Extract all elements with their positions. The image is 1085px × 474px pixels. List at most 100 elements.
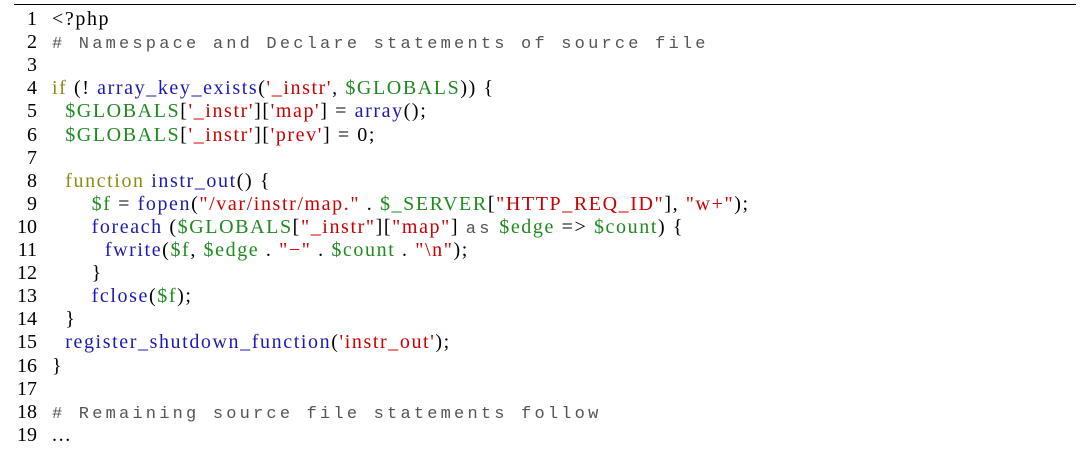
code-token: } — [52, 354, 64, 377]
line-number: 5 — [27, 100, 37, 123]
code-token: [ — [180, 123, 189, 146]
line-number: 3 — [27, 54, 37, 77]
code-token: register_shutdown_function — [65, 331, 332, 354]
code-token: fwrite — [104, 239, 163, 261]
code-token: ( — [162, 215, 178, 238]
code-token: } — [52, 308, 77, 331]
code-token: <?php — [52, 8, 111, 30]
line-source: } — [52, 355, 63, 378]
line-source: ... — [52, 424, 72, 447]
line-number: 19 — [17, 423, 37, 446]
line-source: } — [52, 308, 76, 331]
code-token: . — [259, 239, 280, 261]
code-token: array_key_exists — [97, 77, 259, 100]
line-number: 10 — [17, 215, 37, 238]
code-token: ... — [52, 423, 72, 446]
code-token: ] = 0; — [322, 123, 377, 146]
code-token: $count — [593, 215, 658, 238]
line-number: 12 — [17, 262, 37, 285]
line-source: $GLOBALS['_instr']['map'] = array(); — [52, 100, 427, 123]
code-token: $f — [91, 192, 112, 215]
code-token: "w+" — [685, 192, 735, 215]
code-token: ][ — [375, 215, 393, 238]
line-number: 7 — [27, 146, 37, 169]
line-number: 13 — [17, 285, 37, 308]
code-token: $GLOBALS — [65, 123, 181, 146]
code-token: ( — [258, 77, 267, 100]
code-token: $GLOBALS — [65, 100, 181, 123]
code-token: . — [395, 239, 416, 261]
code-token: ); — [453, 239, 469, 261]
line-number: 11 — [17, 239, 37, 261]
line-number: 6 — [27, 123, 37, 146]
code-token: ][ — [254, 100, 271, 123]
code-token: function — [65, 169, 145, 192]
code-token: ) { — [658, 215, 685, 238]
top-rule — [14, 4, 1076, 5]
line-number: 9 — [27, 192, 37, 215]
code-token: $count — [331, 239, 396, 261]
line-source: <?php — [52, 8, 110, 31]
code-token: "_instr" — [300, 215, 376, 238]
code-token: '_instr' — [266, 77, 333, 100]
code-token: $edge — [203, 239, 260, 261]
code-token: "\n" — [415, 239, 454, 261]
line-source: register_shutdown_function('instr_out'); — [52, 331, 451, 354]
line-number: 4 — [27, 77, 37, 100]
code-token: "HTTP_REQ_ID" — [496, 192, 665, 215]
line-number: 18 — [17, 400, 37, 423]
code-token: 'instr_out' — [339, 331, 436, 354]
code-token: $_SERVER — [379, 192, 488, 215]
code-token: = — [111, 192, 138, 215]
code-token: ); — [177, 285, 193, 308]
line-source: $GLOBALS['_instr']['prev'] = 0; — [52, 124, 376, 147]
line-source: } — [52, 262, 103, 285]
line-number: 16 — [17, 354, 37, 377]
code-token: . — [311, 239, 332, 261]
line-number: 14 — [17, 308, 37, 331]
line-number: 2 — [27, 31, 37, 54]
code-token: # Namespace and Declare statements of so… — [52, 35, 709, 55]
code-token: , — [332, 77, 346, 100]
code-token: $GLOBALS — [177, 215, 293, 238]
line-source: $f = fopen("/var/instr/map." . $_SERVER[… — [52, 193, 750, 216]
code-token: $GLOBALS — [345, 77, 461, 100]
code-token: ] = — [320, 100, 355, 123]
code-token: 'map' — [270, 100, 321, 123]
code-token: "map" — [392, 215, 451, 238]
line-source: function instr_out() { — [52, 170, 271, 193]
code-listing: 1 <?php 2 # Namespace and Declare statement… — [0, 0, 1085, 474]
code-token: ); — [734, 192, 750, 215]
line-number: 8 — [27, 169, 37, 192]
code-token: array — [354, 100, 404, 123]
code-token: fopen — [137, 192, 192, 215]
code-token: . — [360, 192, 380, 215]
code-token: ] — [450, 215, 466, 238]
code-token: ], — [664, 192, 686, 215]
code-token: $f — [157, 285, 178, 308]
code-token: 'prev' — [270, 123, 323, 146]
code-token: # Remaining source file statements follo… — [52, 404, 602, 424]
code-token: foreach — [91, 215, 163, 238]
code-token: '_instr' — [188, 123, 255, 146]
line-source: # Remaining source file statements follo… — [52, 401, 601, 426]
code-token: as — [465, 219, 493, 239]
code-token: ][ — [254, 123, 271, 146]
code-token: fclose — [91, 285, 149, 308]
line-source: if (! array_key_exists('_instr', $GLOBAL… — [52, 77, 495, 100]
code-token: [ — [292, 215, 301, 238]
code-token: ( — [148, 285, 158, 308]
code-token: $edge — [499, 215, 555, 238]
line-source: fclose($f); — [52, 285, 193, 308]
code-token: $f — [170, 239, 191, 261]
line-source: foreach ($GLOBALS["_instr"]["map"] as $e… — [52, 216, 684, 241]
code-token: '_instr' — [188, 100, 255, 123]
line-source: fwrite($f, $edge . "−" . $count . "\n"); — [52, 239, 469, 262]
